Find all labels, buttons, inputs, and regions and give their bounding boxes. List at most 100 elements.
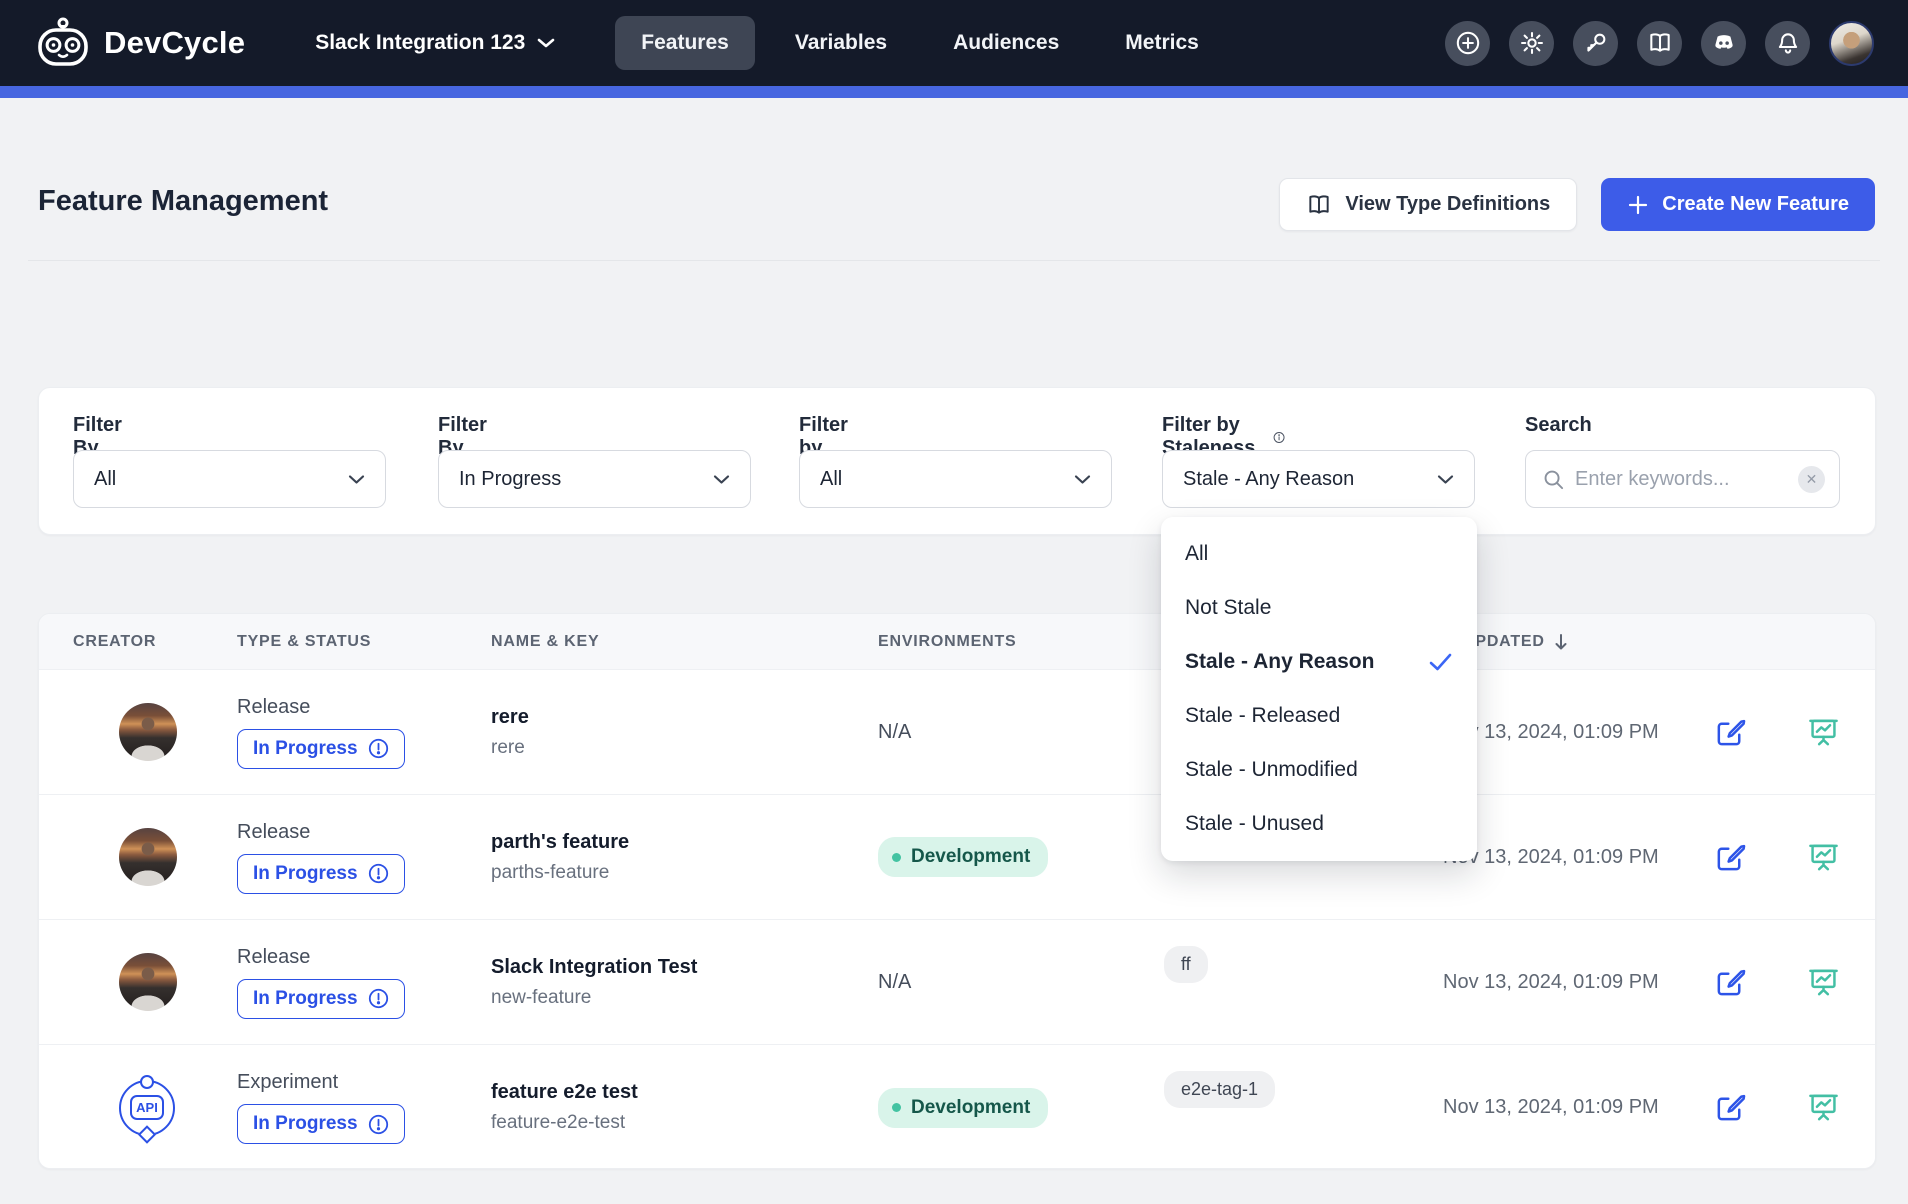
tab-metrics[interactable]: Metrics	[1099, 16, 1225, 70]
nav-tabs: Features Variables Audiences Metrics	[615, 16, 1225, 70]
name-key-cell: parth's feature parths-feature	[491, 831, 878, 884]
option-label: Stale - Unused	[1185, 812, 1324, 836]
chevron-down-icon	[1437, 474, 1454, 485]
option-label: Stale - Released	[1185, 704, 1340, 728]
creator-avatar	[119, 703, 177, 761]
filter-creator-value: All	[94, 468, 116, 491]
tag-badge: e2e-tag-1	[1164, 1071, 1275, 1108]
edit-feature-button[interactable]	[1713, 965, 1748, 1000]
staleness-option-stale-any-reason[interactable]: Stale - Any Reason	[1161, 635, 1477, 689]
environment-dot	[892, 853, 901, 862]
feature-key: new-feature	[491, 987, 878, 1009]
name-key-cell: feature e2e test feature-e2e-test	[491, 1081, 878, 1134]
search-input[interactable]	[1575, 468, 1788, 491]
table-row[interactable]: Release In Progress parth's feature part…	[39, 795, 1875, 920]
alert-circle-icon	[368, 738, 389, 759]
devcycle-robot-icon	[34, 17, 92, 69]
feature-metrics-button[interactable]	[1806, 715, 1841, 750]
create-new-feature-label: Create New Feature	[1662, 193, 1849, 216]
book-icon	[1647, 30, 1673, 56]
staleness-option-not-stale[interactable]: Not Stale	[1161, 581, 1477, 635]
filter-type-select[interactable]: All	[799, 450, 1112, 508]
devcycle-logo[interactable]: DevCycle	[34, 17, 245, 69]
creator-cell	[73, 828, 237, 886]
environments-cell: N/A	[878, 971, 1164, 994]
table-row[interactable]: Release In Progress Slack Integration Te…	[39, 920, 1875, 1045]
feature-metrics-button[interactable]	[1806, 1090, 1841, 1125]
table-row[interactable]: Release In Progress rere rere N/A Nov 13…	[39, 670, 1875, 795]
staleness-option-stale-released[interactable]: Stale - Released	[1161, 689, 1477, 743]
header-name-key: NAME & KEY	[491, 633, 878, 651]
filter-creator-select[interactable]: All	[73, 450, 386, 508]
creator-avatar	[119, 828, 177, 886]
edit-feature-button[interactable]	[1713, 1090, 1748, 1125]
plus-icon	[1627, 194, 1649, 216]
edit-pencil-icon	[1713, 715, 1748, 750]
filter-staleness-select[interactable]: Stale - Any Reason	[1162, 450, 1475, 508]
page-title: Feature Management	[38, 185, 328, 218]
filter-bar: Filter By Creator All Filter By Status I…	[38, 387, 1876, 535]
alert-circle-icon	[368, 863, 389, 884]
staleness-option-all[interactable]: All	[1161, 527, 1477, 581]
settings-button[interactable]	[1509, 21, 1554, 66]
updated-value: Nov 13, 2024, 01:09 PM	[1443, 1096, 1659, 1118]
staleness-option-stale-unused[interactable]: Stale - Unused	[1161, 797, 1477, 851]
api-keys-button[interactable]	[1573, 21, 1618, 66]
api-creator-icon: API	[119, 1080, 175, 1136]
divider	[28, 260, 1880, 261]
tab-features[interactable]: Features	[615, 16, 755, 70]
edit-feature-button[interactable]	[1713, 840, 1748, 875]
edit-pencil-icon	[1713, 965, 1748, 1000]
discord-button[interactable]	[1701, 21, 1746, 66]
table-row[interactable]: API Experiment In Progress feature e2e t…	[39, 1045, 1875, 1169]
edit-pencil-icon	[1713, 1090, 1748, 1125]
brand-name: DevCycle	[104, 25, 245, 61]
alert-circle-icon	[368, 1114, 389, 1135]
edit-feature-button[interactable]	[1713, 715, 1748, 750]
environment-value: N/A	[878, 971, 911, 993]
top-navbar: DevCycle Slack Integration 123 Features …	[0, 0, 1908, 86]
book-icon	[1306, 192, 1332, 218]
staleness-option-stale-unmodified[interactable]: Stale - Unmodified	[1161, 743, 1477, 797]
clear-search-button[interactable]: ✕	[1798, 466, 1825, 493]
view-type-definitions-label: View Type Definitions	[1345, 193, 1550, 216]
tab-variables[interactable]: Variables	[769, 16, 913, 70]
key-icon	[1583, 30, 1609, 56]
header-updated[interactable]: UPDATED	[1443, 633, 1701, 651]
staleness-dropdown-menu: All Not Stale Stale - Any Reason Stale -…	[1161, 517, 1477, 861]
type-status-cell: Release In Progress	[237, 821, 491, 894]
feature-type: Experiment	[237, 1071, 491, 1094]
feature-key: parths-feature	[491, 862, 878, 884]
feature-type: Release	[237, 821, 491, 844]
status-badge: In Progress	[237, 729, 405, 769]
presentation-chart-icon	[1806, 715, 1841, 750]
add-circle-button[interactable]	[1445, 21, 1490, 66]
header-type-status: TYPE & STATUS	[237, 633, 491, 651]
sort-desc-icon	[1553, 633, 1569, 651]
creator-avatar	[119, 953, 177, 1011]
feature-name: rere	[491, 706, 878, 729]
search-box: ✕	[1525, 450, 1840, 508]
project-selector[interactable]: Slack Integration 123	[315, 31, 555, 55]
user-avatar[interactable]	[1829, 21, 1874, 66]
feature-metrics-button[interactable]	[1806, 965, 1841, 1000]
feature-metrics-button[interactable]	[1806, 840, 1841, 875]
updated-cell: Nov 13, 2024, 01:09 PM	[1443, 1096, 1701, 1119]
notifications-button[interactable]	[1765, 21, 1810, 66]
discord-icon	[1710, 29, 1738, 57]
header-creator: CREATOR	[73, 633, 237, 651]
tab-audiences[interactable]: Audiences	[927, 16, 1085, 70]
environment-value: Development	[911, 1097, 1030, 1119]
name-key-cell: Slack Integration Test new-feature	[491, 956, 878, 1009]
info-icon[interactable]	[1273, 427, 1285, 448]
actions-cell	[1701, 840, 1875, 875]
docs-button[interactable]	[1637, 21, 1682, 66]
view-type-definitions-button[interactable]: View Type Definitions	[1279, 178, 1577, 231]
gear-icon	[1519, 30, 1545, 56]
type-status-cell: Release In Progress	[237, 696, 491, 769]
create-new-feature-button[interactable]: Create New Feature	[1601, 178, 1875, 231]
presentation-chart-icon	[1806, 1090, 1841, 1125]
chevron-down-icon	[348, 474, 365, 485]
filter-status-select[interactable]: In Progress	[438, 450, 751, 508]
project-name: Slack Integration 123	[315, 31, 525, 55]
